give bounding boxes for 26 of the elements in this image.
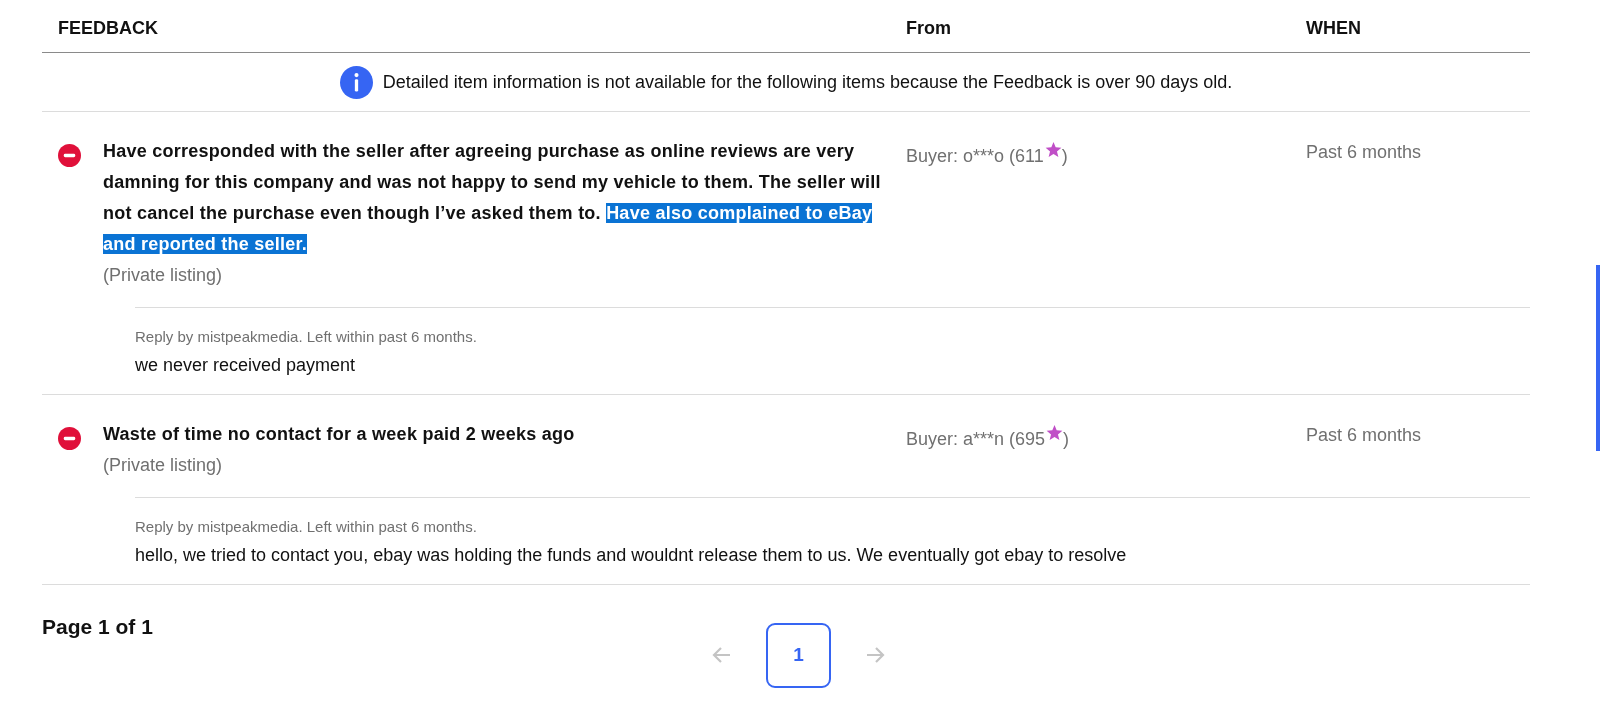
buyer-score-close: ) [1063,429,1070,449]
page-summary: Page 1 of 1 [42,615,153,639]
feedback-comment: Have corresponded with the seller after agreeing purchase as online reviews are very damning for this company and was not happy to send my vehicle to them. The seller will not cancel the purchase even though I’ve asked them to. Have also complained to eBay and reported the seller. [103,140,882,256]
info-icon [339,65,373,99]
reply-text: hello, we tried to contact you, ebay was holding the funds and wouldnt release them to us. We eventually got ebay to resolve [135,545,1128,566]
buyer-name: Buyer: o***o (611 [906,146,1044,166]
star-icon [1044,142,1062,158]
scrollbar[interactable] [1596,265,1600,451]
column-header: FEEDBACK [57,18,159,39]
negative-rating-icon [58,144,81,167]
feedback-comment: Waste of time no contact for a week paid 2 weeks ago [103,423,576,446]
buyer-name: Buyer: a***n (695 [906,429,1046,449]
notice-text: Detailed item information is not available for the following items because the Feedback is over 90 days old. [382,71,1233,93]
feedback-time: Past 6 months [1306,425,1423,447]
page-button[interactable]: 1 [766,622,831,688]
reply-text: we never received payment [135,355,357,376]
negative-rating-icon [58,427,81,450]
feedback-time: Past 6 months [1306,142,1423,164]
listing-label: (Private listing) [103,264,224,287]
listing-label: (Private listing) [103,454,224,477]
column-header: WHEN [1306,18,1362,39]
reply-meta: Reply by mistpeakmedia. Left within past 6 months. [135,328,478,345]
reply-meta: Reply by mistpeakmedia. Left within past 6 months. [135,518,478,535]
star-icon [1046,425,1064,441]
column-header: From [906,18,952,39]
buyer-score-close: ) [1061,146,1068,166]
